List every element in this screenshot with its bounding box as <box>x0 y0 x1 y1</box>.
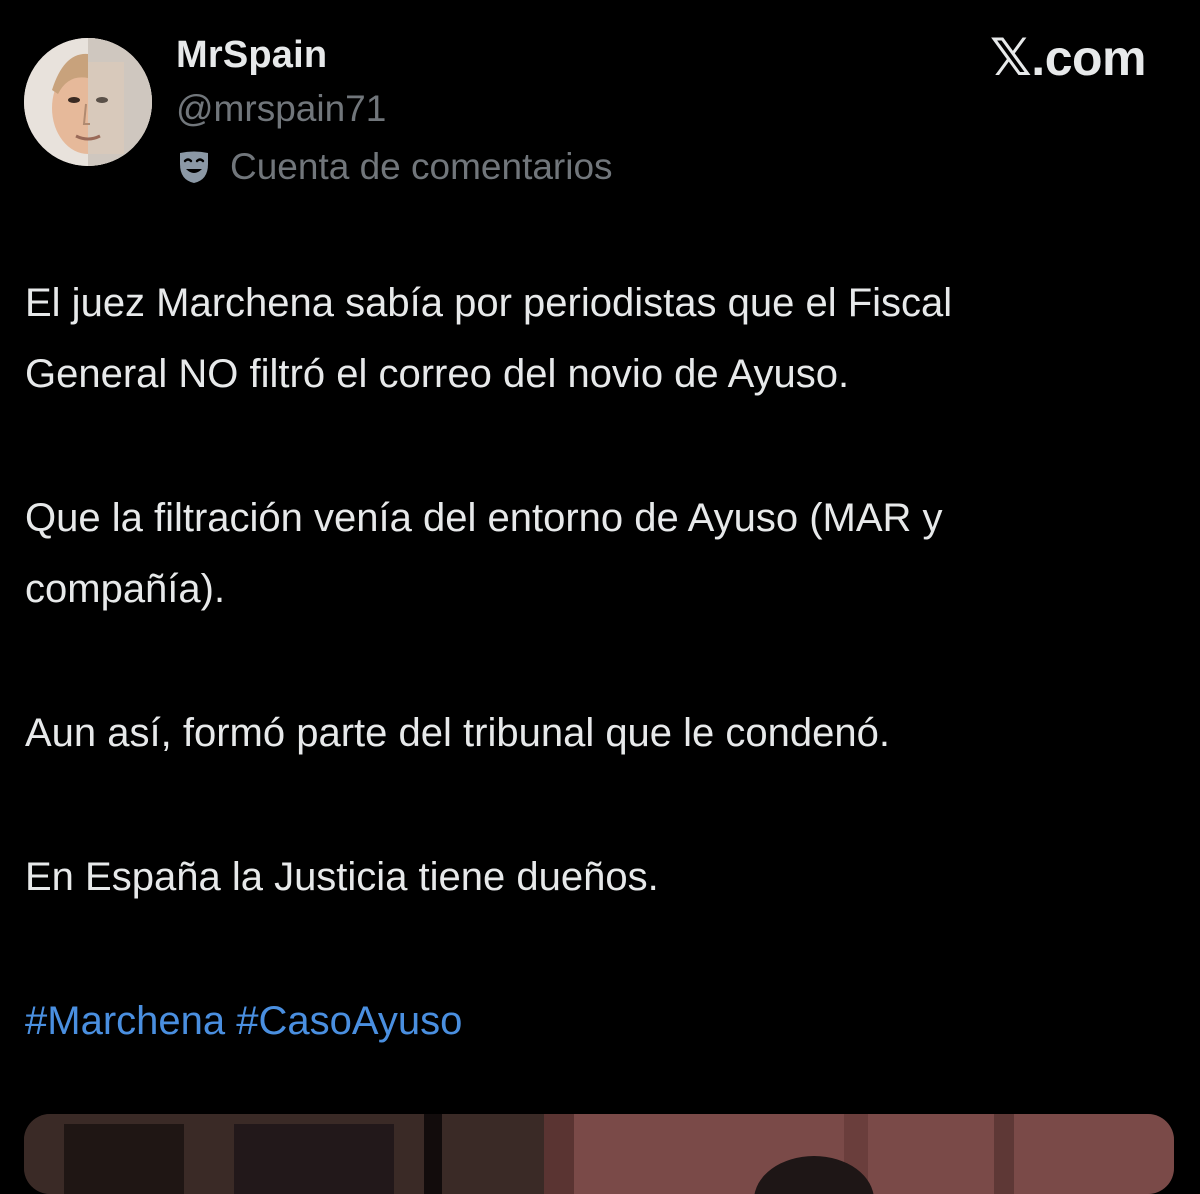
hashtag-row: #Marchena #CasoAyuso <box>25 986 1175 1057</box>
hashtag-link[interactable]: #CasoAyuso <box>236 999 462 1043</box>
mask-icon <box>180 151 208 183</box>
hashtag-link[interactable]: #Marchena <box>25 999 225 1043</box>
post-paragraph: El juez Marchena sabía por periodistas q… <box>25 281 953 396</box>
avatar[interactable] <box>24 38 152 166</box>
avatar-photo-icon <box>24 38 152 166</box>
post-body: El juez Marchena sabía por periodistas q… <box>25 268 1175 1057</box>
account-type-label: Cuenta de comentarios <box>230 146 613 187</box>
brand-logo: 𝕏 .com <box>989 28 1147 88</box>
post-paragraph: Aun así, formó parte del tribunal que le… <box>25 711 890 755</box>
brand-domain: .com <box>1031 30 1146 86</box>
post-paragraph: En España la Justicia tiene dueños. <box>25 855 659 899</box>
account-label-row: Cuenta de comentarios <box>176 142 613 192</box>
media-photo-icon <box>24 1114 1174 1194</box>
post-header: MrSpain @mrspain71 Cuenta de comentarios… <box>0 0 1200 200</box>
display-name[interactable]: MrSpain <box>176 32 327 78</box>
x-logo-icon: 𝕏 <box>989 28 1032 88</box>
post-media-image[interactable] <box>24 1114 1174 1194</box>
post-paragraph: Que la filtración venía del entorno de A… <box>25 496 943 611</box>
user-handle[interactable]: @mrspain71 <box>176 86 386 132</box>
